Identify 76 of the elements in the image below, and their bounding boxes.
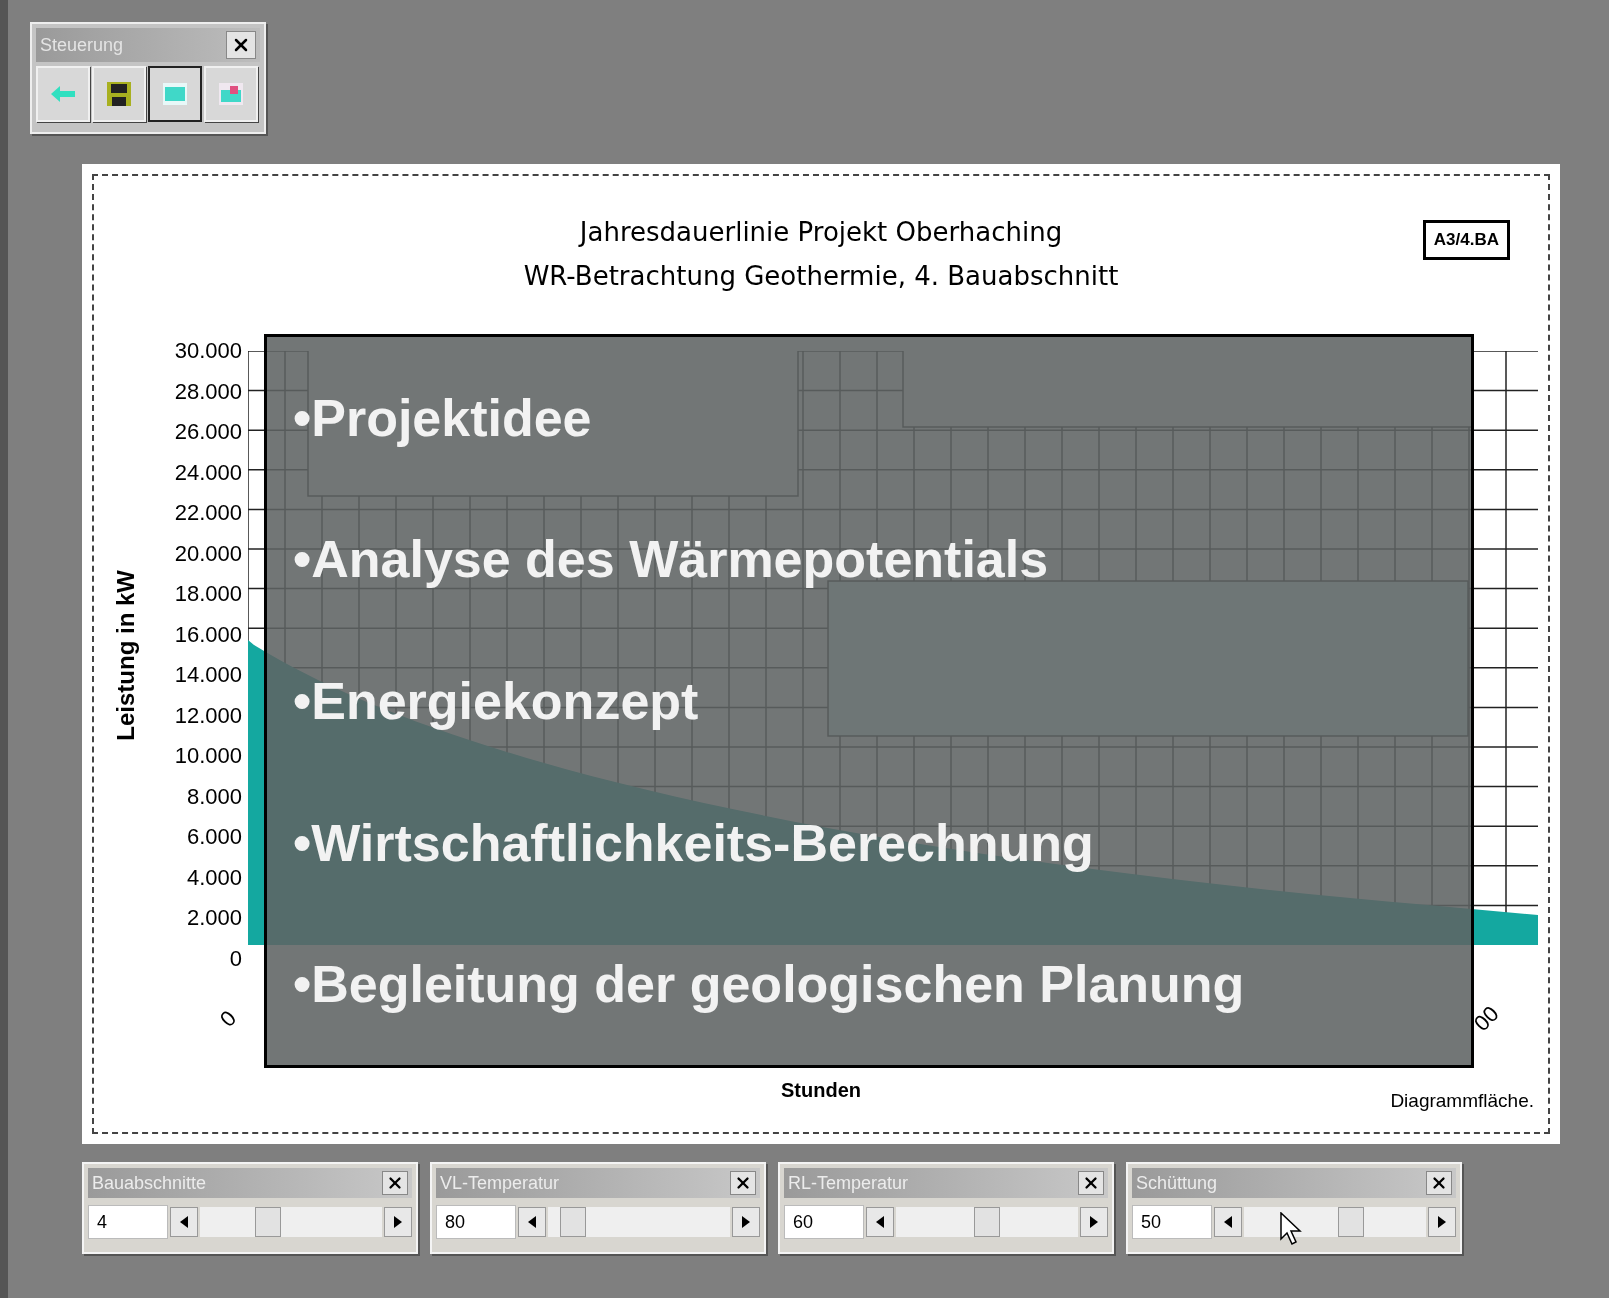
x-tick-label: 0 <box>213 1004 243 1034</box>
y-tick-label: 2.000 <box>186 905 242 932</box>
y-tick-label: 26.000 <box>174 419 242 446</box>
bullet-item: •Analyse des Wärmepotentials <box>293 529 1050 591</box>
value-field[interactable]: 50 <box>1132 1205 1212 1239</box>
y-axis-label: Leistung in kW <box>111 569 140 741</box>
x-tick-label: 00 <box>1467 1000 1505 1038</box>
toolbar-title: Schüttung <box>1136 1171 1218 1195</box>
value-field[interactable]: 4 <box>88 1205 168 1239</box>
y-tick-label: 0 <box>229 945 242 972</box>
y-tick-label: 14.000 <box>174 662 242 689</box>
value-field[interactable]: 80 <box>436 1205 516 1239</box>
y-tick-label: 6.000 <box>186 824 242 851</box>
triangle-right-icon <box>1438 1216 1446 1228</box>
toolbar-button[interactable] <box>148 66 202 122</box>
triangle-left-icon <box>1224 1216 1232 1228</box>
toolbar-title: Bauabschnitte <box>92 1171 207 1195</box>
bullet-item: •Energiekonzept <box>293 671 700 732</box>
y-tick-label: 10.000 <box>174 743 242 770</box>
close-icon <box>1430 1174 1448 1192</box>
triangle-right-icon <box>394 1216 402 1228</box>
close-button[interactable] <box>226 31 256 59</box>
chart-badge: A3/4.BA <box>1422 220 1510 260</box>
chart-sheet-icon <box>162 82 188 106</box>
chart-subtitle: WR-Betrachtung Geothermie, 4. Bauabschnitt <box>523 260 1119 293</box>
close-icon <box>734 1174 752 1192</box>
slider-track[interactable] <box>896 1207 1078 1237</box>
y-tick-label: 18.000 <box>174 581 242 608</box>
triangle-left-icon <box>528 1216 536 1228</box>
y-tick-label: 22.000 <box>174 500 242 527</box>
chart-area-label: Diagrammfläche. <box>1390 1089 1534 1113</box>
triangle-right-icon <box>742 1216 750 1228</box>
scroll-right-button[interactable] <box>732 1207 760 1237</box>
scroll-left-button[interactable] <box>518 1207 546 1237</box>
slider-track[interactable] <box>200 1207 382 1237</box>
slider-thumb[interactable] <box>1337 1207 1364 1237</box>
chart-title: Jahresdauerlinie Projekt Oberhaching <box>579 216 1063 249</box>
value-field[interactable]: 60 <box>784 1205 864 1239</box>
slider-thumb[interactable] <box>560 1207 587 1237</box>
y-tick-label: 12.000 <box>174 702 242 729</box>
triangle-right-icon <box>1090 1216 1098 1228</box>
toolbar-title: RL-Temperatur <box>788 1171 909 1195</box>
slider-track[interactable] <box>548 1207 730 1237</box>
triangle-left-icon <box>876 1216 884 1228</box>
bullet-item: •Begleitung der geologischen Planung <box>293 954 1246 1016</box>
bullet-item: •Projektidee <box>293 387 593 449</box>
slider-thumb[interactable] <box>254 1207 281 1237</box>
toolbar-title: Steuerung <box>40 33 124 57</box>
close-button[interactable] <box>1426 1171 1452 1195</box>
close-icon <box>386 1174 404 1192</box>
y-tick-label: 8.000 <box>186 783 242 810</box>
toolbar-title: VL-Temperatur <box>440 1171 560 1195</box>
y-tick-label: 20.000 <box>174 540 242 567</box>
y-tick-label: 4.000 <box>186 864 242 891</box>
triangle-left-icon <box>180 1216 188 1228</box>
scroll-left-button[interactable] <box>1214 1207 1242 1237</box>
y-tick-label: 24.000 <box>174 459 242 486</box>
table-sheet-icon <box>218 82 244 106</box>
scroll-left-button[interactable] <box>866 1207 894 1237</box>
scroll-right-button[interactable] <box>384 1207 412 1237</box>
y-tick-label: 28.000 <box>174 378 242 405</box>
close-button[interactable] <box>730 1171 756 1195</box>
close-button[interactable] <box>1078 1171 1104 1195</box>
close-icon <box>1082 1174 1100 1192</box>
scroll-left-button[interactable] <box>170 1207 198 1237</box>
y-tick-label: 16.000 <box>174 621 242 648</box>
x-axis-label: Stunden <box>781 1078 861 1103</box>
scroll-right-button[interactable] <box>1428 1207 1456 1237</box>
scroll-right-button[interactable] <box>1080 1207 1108 1237</box>
y-tick-label: 30.000 <box>174 338 242 364</box>
bullet-item: •Wirtschaftlichkeits-Berechnung <box>293 812 1095 874</box>
slider-thumb[interactable] <box>974 1207 1000 1237</box>
mouse-pointer-icon <box>1280 1212 1302 1246</box>
close-button[interactable] <box>382 1171 408 1195</box>
arrow-left-icon <box>50 85 76 103</box>
slider-track[interactable] <box>1244 1207 1426 1237</box>
